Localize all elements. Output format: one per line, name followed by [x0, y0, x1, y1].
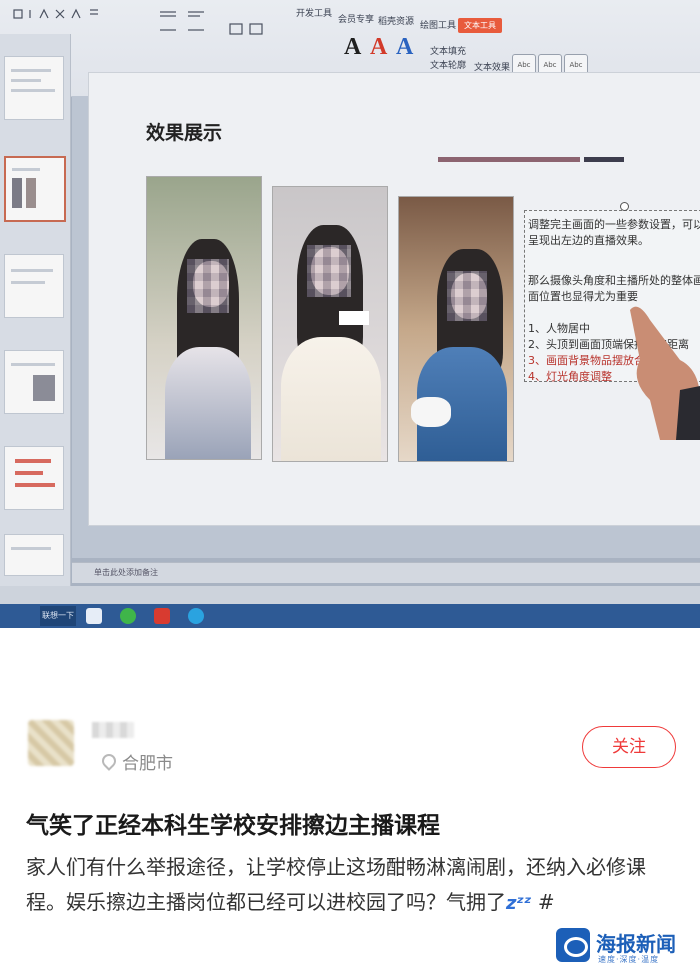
- post-title: 气笑了正经本科生学校安排擦边主播课程: [26, 813, 440, 839]
- text-outline-tool[interactable]: 文本轮廓: [430, 58, 466, 71]
- slide-thumbnail[interactable]: [4, 350, 64, 414]
- blur-mosaic: [339, 311, 369, 325]
- textbox-line-highlight: 4、灯光角度调整: [528, 370, 612, 383]
- ribbon-tab-resources[interactable]: 稻壳资源: [378, 14, 414, 27]
- textbox-line: 呈现出左边的直播效果。: [528, 234, 649, 247]
- presenter-hand: [630, 306, 700, 440]
- ribbon-tab-draw[interactable]: 绘图工具: [420, 18, 456, 31]
- text-style-a-red[interactable]: A: [370, 34, 387, 61]
- livestream-screenshot-3: [398, 196, 514, 462]
- wps-icon[interactable]: [154, 608, 170, 624]
- text-style-a-black[interactable]: A: [344, 34, 361, 61]
- ribbon-tab-vip[interactable]: 会员专享: [338, 12, 374, 25]
- blur-mosaic: [447, 271, 487, 321]
- watermark-name: 海报新闻: [596, 932, 676, 956]
- rotate-handle[interactable]: [620, 202, 629, 211]
- ribbon-tab-dev[interactable]: 开发工具: [296, 6, 332, 19]
- windows-taskbar: 联想一下: [0, 604, 700, 628]
- location-text: 合肥市: [122, 754, 173, 774]
- slide-thumbnail[interactable]: [4, 446, 64, 510]
- browser-icon[interactable]: [120, 608, 136, 624]
- slide-decoration-bar: [438, 157, 580, 162]
- post-body: 家人们有什么举报途径，让学校停止这场酣畅淋漓闹剧，还纳入必修课程。娱乐擦边主播岗…: [26, 850, 666, 921]
- monitor-photo: 开发工具 会员专享 稻壳资源 绘图工具 文本工具 A A A 文本填充 文本轮廓…: [0, 0, 700, 628]
- slide-thumbnail[interactable]: [4, 254, 64, 318]
- slide-thumbnail[interactable]: [4, 534, 64, 576]
- location-pin-icon: [99, 751, 119, 771]
- notes-placeholder[interactable]: 单击此处添加备注: [94, 567, 158, 578]
- slide-decoration-bar-dark: [584, 157, 624, 162]
- blur-mosaic: [307, 245, 351, 297]
- slide-title: 效果展示: [146, 122, 223, 144]
- textbox-line: 那么摄像头角度和主播所处的整体画: [528, 274, 700, 287]
- livestream-screenshot-2: [272, 186, 388, 462]
- text-style-a-blue[interactable]: A: [396, 34, 413, 61]
- username-blurred[interactable]: [92, 722, 134, 738]
- slide-thumbnail[interactable]: [4, 56, 64, 120]
- hashtag-link[interactable]: #: [538, 890, 555, 914]
- blur-mosaic: [187, 259, 229, 313]
- textbox-line: 调整完主画面的一些参数设置，可以: [528, 218, 700, 231]
- notes-bar[interactable]: 单击此处添加备注: [72, 562, 700, 583]
- watermark-logo-icon: [556, 928, 590, 962]
- taskbar-start-button[interactable]: 联想一下: [40, 606, 76, 626]
- livestream-screenshot-1: [146, 176, 262, 460]
- post-location: 合肥市: [99, 749, 173, 774]
- slide-thumbnail-selected[interactable]: [4, 156, 66, 222]
- app-icon[interactable]: [188, 608, 204, 624]
- watermark-slogan: 速度·深度·温度: [598, 955, 660, 964]
- textbox-line: 1、人物居中: [528, 322, 590, 335]
- taskbar-app-icon[interactable]: [86, 608, 102, 624]
- follow-button[interactable]: 关注: [582, 726, 676, 768]
- sleep-zzz-emoji: zᶻᶻ: [506, 893, 532, 914]
- ribbon-tab-text-tools[interactable]: 文本工具: [458, 18, 502, 33]
- watermark: 海报新闻 速度·深度·温度: [556, 926, 696, 972]
- text-fill-tool[interactable]: 文本填充: [430, 44, 466, 57]
- user-avatar[interactable]: [28, 720, 74, 766]
- slide-thumbnail-panel: [0, 34, 71, 586]
